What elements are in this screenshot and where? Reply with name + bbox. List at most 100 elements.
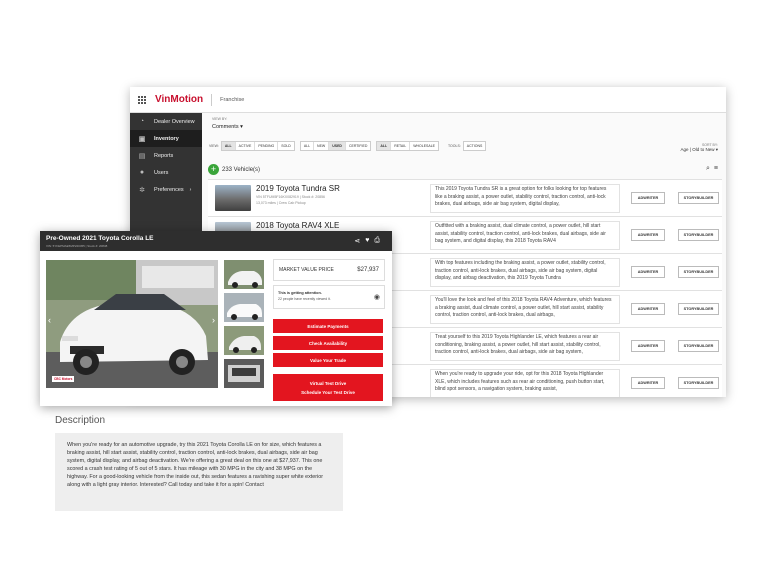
vehicle-title[interactable]: 2019 Toyota Tundra SR — [256, 184, 340, 193]
tools-group: ACTIONS — [462, 141, 487, 151]
previous-photo-icon[interactable]: ‹ — [48, 315, 51, 325]
filter-channel-wholesale[interactable]: WHOLESALE — [410, 142, 438, 150]
heart-icon[interactable]: ♥ — [365, 237, 369, 245]
car-photo-illustration — [46, 260, 218, 388]
schedule-test-drive-button[interactable]: Schedule Your Test Drive — [273, 388, 383, 397]
test-drive-buttons: Virtual Test Drive Schedule Your Test Dr… — [273, 374, 383, 401]
filter-status-pending[interactable]: PENDING — [255, 142, 279, 150]
photo-thumbnail[interactable] — [224, 293, 264, 322]
add-vehicle-button[interactable]: + — [208, 164, 219, 175]
car-icon: ▣ — [138, 135, 146, 143]
filter-channel-all[interactable]: ALL — [377, 142, 392, 150]
vehicle-meta: VIN 5TFUM5F16KX082919 | Stock #: 20856 — [256, 195, 326, 199]
gear-icon: ✲ — [139, 186, 145, 194]
status-filter-group: ALL ACTIVE PENDING SOLD — [220, 141, 295, 151]
dealer-logo: CBC Motors — [52, 376, 75, 382]
sidebar-item-users[interactable]: ● Users — [130, 164, 202, 181]
list-tools: ⌕ ≡ — [706, 165, 718, 173]
adwriter-button[interactable]: ADWRITER — [631, 266, 665, 278]
storybuilder-button[interactable]: STORYBUILDER — [678, 229, 719, 241]
adwriter-button[interactable]: ADWRITER — [631, 340, 665, 352]
adwriter-button[interactable]: ADWRITER — [631, 192, 665, 204]
attention-subtitle: 22 people have recently viewed it. — [278, 297, 331, 301]
market-value-price: $27,937 — [357, 267, 379, 273]
sidebar-item-label: Dealer Overview — [154, 118, 195, 125]
storybuilder-button[interactable]: STORYBUILDER — [678, 340, 719, 352]
filter-channel-retail[interactable]: RETAIL — [391, 142, 411, 150]
next-photo-icon[interactable]: › — [212, 315, 215, 325]
photo-thumbnail[interactable] — [224, 326, 264, 355]
value-your-trade-button[interactable]: Value Your Trade — [273, 353, 383, 367]
sidebar-item-label: Inventory — [154, 135, 179, 142]
filter-condition-new[interactable]: NEW — [314, 142, 330, 150]
filter-status-sold[interactable]: SOLD — [278, 142, 294, 150]
vehicle-title[interactable]: 2018 Toyota RAV4 XLE — [256, 221, 339, 230]
storybuilder-button[interactable]: STORYBUILDER — [678, 303, 719, 315]
chevron-right-icon: › — [189, 186, 192, 193]
sidebar-item-reports[interactable]: ▤ Reports — [130, 147, 202, 164]
photo-thumbnail[interactable] — [224, 260, 264, 289]
vehicle-description[interactable]: With top features including the braking … — [430, 258, 620, 287]
storybuilder-button[interactable]: STORYBUILDER — [678, 192, 719, 204]
check-availability-button[interactable]: Check Availability — [273, 336, 383, 350]
attention-notice: This is getting attention. 22 people hav… — [273, 285, 385, 309]
description-heading: Description — [55, 415, 106, 426]
vehicle-description[interactable]: Outfitted with a braking assist, dual cl… — [430, 221, 620, 250]
vehicle-description[interactable]: You'll love the look and feel of this 20… — [430, 295, 620, 324]
channel-filter-group: ALL RETAIL WHOLESALE — [376, 141, 439, 151]
sidebar-item-inventory[interactable]: ▣ Inventory — [130, 130, 202, 147]
adwriter-button[interactable]: ADWRITER — [631, 229, 665, 241]
detail-header: Pre-Owned 2021 Toyota Corolla LE VIN: 5Y… — [40, 231, 392, 251]
storybuilder-button[interactable]: STORYBUILDER — [678, 377, 719, 389]
vehicle-count: 233 Vehicle(s) — [222, 166, 261, 173]
photo-thumbnail[interactable] — [224, 359, 264, 388]
vehicle-description[interactable]: Treat yourself to this 2019 Toyota Highl… — [430, 332, 620, 361]
filter-status-active[interactable]: ACTIVE — [235, 142, 256, 150]
sidebar-item-label: Preferences — [154, 186, 184, 193]
market-value-row: MARKET VALUE PRICE $27,937 — [273, 259, 385, 281]
filter-bar: VIEW: ALL ACTIVE PENDING SOLD ALL NEW US… — [209, 141, 491, 151]
vehicle-thumbnail[interactable] — [215, 185, 251, 211]
share-icon[interactable]: ⋖ — [354, 237, 360, 245]
app-grid-icon[interactable] — [138, 95, 146, 104]
sort-by-select[interactable]: Age | Old to New ▾ — [681, 147, 718, 153]
vehicle-detail-window: Pre-Owned 2021 Toyota Corolla LE VIN: 5Y… — [40, 231, 392, 406]
actions-button[interactable]: ACTIONS — [463, 142, 486, 150]
adwriter-button[interactable]: ADWRITER — [631, 303, 665, 315]
vehicle-description[interactable]: When you're ready to upgrade your ride, … — [430, 369, 620, 397]
vehicle-description[interactable]: This 2019 Toyota Tundra SR is a great op… — [430, 184, 620, 213]
condition-filter-group: ALL NEW USED CERTIFIED — [299, 141, 372, 151]
storybuilder-button[interactable]: STORYBUILDER — [678, 266, 719, 278]
search-icon[interactable]: ⌕ — [706, 165, 710, 173]
vehicle-meta-secondary: 13,073 miles | Crew Cab Pickup — [256, 201, 306, 205]
speedometer-icon: ◔ — [139, 118, 145, 125]
vehicle-count-row: + 233 Vehicle(s) — [208, 164, 260, 175]
sidebar-item-label: Reports — [154, 152, 174, 159]
brand-logo: VinMotion — [155, 94, 204, 105]
pricing-panel: MARKET VALUE PRICE $27,937 This is getti… — [273, 259, 385, 401]
main-vehicle-photo[interactable]: ‹ › CBC Motors — [46, 260, 218, 388]
header-actions: ⋖ ♥ ⎙ — [354, 237, 380, 245]
vehicle-detail-subtitle: VIN: 5YFEPMAE5MP220455 | Stock #: 20838 — [46, 244, 108, 248]
top-bar: VinMotion Franchise — [130, 87, 726, 113]
view-by-select[interactable]: Comments ▾ — [212, 124, 243, 130]
filter-condition-certified[interactable]: CERTIFIED — [345, 142, 371, 150]
market-value-label: MARKET VALUE PRICE — [279, 267, 334, 273]
photo-thumbnails — [224, 260, 264, 392]
view-by-label: VIEW BY: — [212, 117, 228, 121]
sidebar-item-label: Users — [154, 169, 169, 176]
filter-icon[interactable]: ≡ — [714, 165, 718, 173]
estimate-payments-button[interactable]: Estimate Payments — [273, 319, 383, 333]
filter-status-all[interactable]: ALL — [221, 142, 236, 150]
sidebar-item-dealer-overview[interactable]: ◔ Dealer Overview — [130, 113, 202, 130]
filter-condition-all[interactable]: ALL — [300, 142, 315, 150]
print-icon[interactable]: ⎙ — [374, 237, 380, 245]
view-label: VIEW: — [209, 144, 219, 148]
virtual-test-drive-button[interactable]: Virtual Test Drive — [273, 379, 383, 388]
sidebar-item-preferences[interactable]: ✲ Preferences › — [130, 181, 202, 198]
vehicle-row: 2019 Toyota Tundra SR VIN 5TFUM5F16KX082… — [208, 179, 722, 216]
report-icon: ▤ — [138, 152, 146, 160]
adwriter-button[interactable]: ADWRITER — [631, 377, 665, 389]
filter-condition-used[interactable]: USED — [329, 142, 346, 150]
franchise-label[interactable]: Franchise — [220, 97, 244, 103]
